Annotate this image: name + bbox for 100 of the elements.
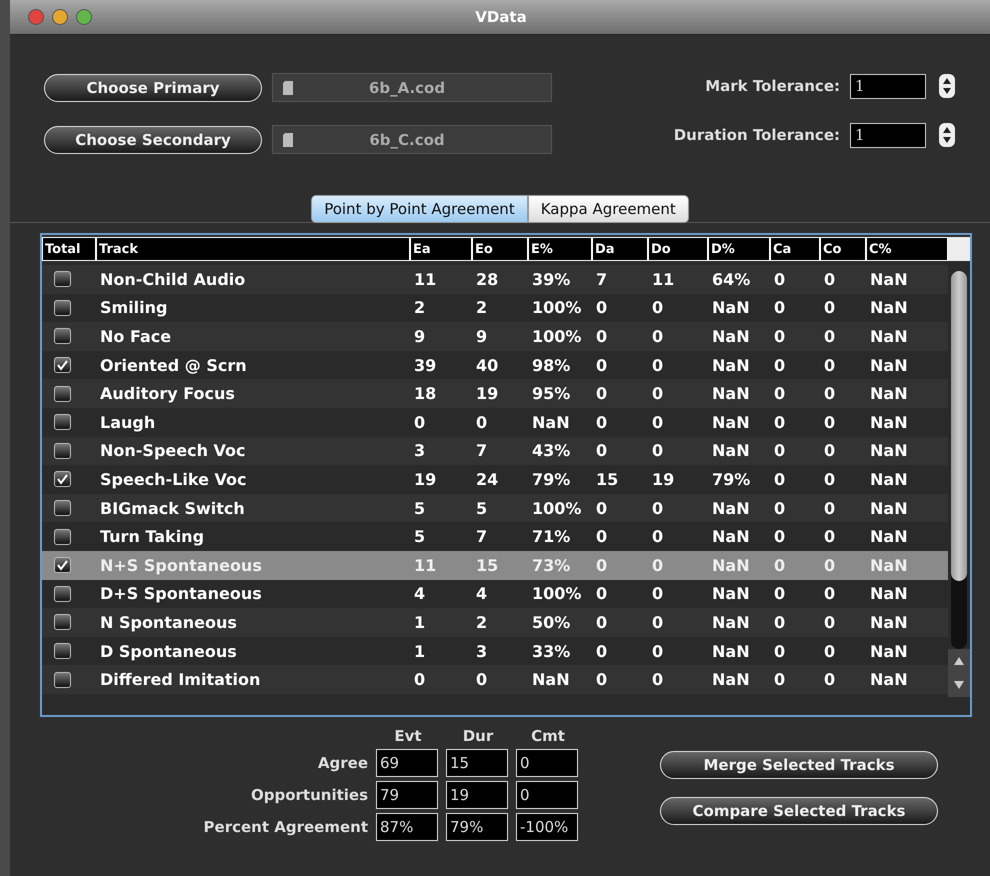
window-control-button[interactable] bbox=[76, 9, 92, 25]
table-cell-text: 18 bbox=[413, 384, 438, 404]
table-cell-text: 0 bbox=[773, 441, 786, 460]
tolerance-field[interactable]: 1 bbox=[850, 74, 926, 98]
checkbox[interactable] bbox=[54, 357, 71, 374]
table-cell-text: 0 bbox=[595, 556, 608, 575]
checkbox[interactable] bbox=[54, 500, 71, 516]
column-header[interactable]: Ea bbox=[410, 237, 472, 261]
checkbox[interactable] bbox=[54, 557, 71, 574]
column-header[interactable]: E% bbox=[528, 237, 592, 261]
table-cell-text: 64% bbox=[711, 270, 752, 289]
table-cell-text: N+S Spontaneous bbox=[99, 556, 263, 575]
table-row[interactable]: N Spontaneous 1 2 50% 0 0 NaN 0 0 NaN bbox=[42, 608, 948, 637]
scrollbar[interactable] bbox=[951, 271, 967, 649]
table-cell-text: NaN bbox=[869, 412, 909, 432]
column-header[interactable]: Da bbox=[592, 237, 648, 261]
table-cell-text: 0 bbox=[773, 412, 786, 432]
table-cell-text: 0 bbox=[651, 441, 664, 460]
document-icon bbox=[283, 132, 293, 146]
table-cell-text: Differed Imitation bbox=[99, 670, 262, 690]
checkbox[interactable] bbox=[54, 614, 71, 630]
tab[interactable]: Point by Point Agreement bbox=[311, 195, 528, 223]
table-cell-text: 0 bbox=[823, 612, 836, 632]
track-action-button[interactable]: Merge Selected Tracks bbox=[660, 751, 938, 779]
table-cell-text: NaN bbox=[869, 470, 909, 489]
table-cell-text: Laugh bbox=[99, 412, 156, 432]
table-cell-text: 0 bbox=[595, 326, 608, 346]
table-cell-text: 3 bbox=[475, 642, 488, 661]
stepper-icon[interactable] bbox=[938, 122, 956, 148]
scroll-down-icon[interactable] bbox=[948, 673, 970, 697]
table-cell-text: 19 bbox=[651, 470, 676, 489]
table-cell-text: 39 bbox=[413, 356, 438, 375]
table-cell-text: 0 bbox=[823, 298, 836, 318]
column-header[interactable]: Do bbox=[648, 237, 708, 261]
table-row[interactable]: BIGmack Switch 5 5 100% 0 0 NaN 0 0 NaN bbox=[42, 494, 948, 522]
checkbox[interactable] bbox=[54, 328, 71, 344]
table-cell-text: 100% bbox=[531, 498, 582, 518]
checkbox[interactable] bbox=[54, 586, 71, 602]
choose-file-button[interactable]: Choose Secondary bbox=[44, 126, 262, 154]
table-cell-text: 24 bbox=[475, 470, 500, 489]
tolerance-field[interactable]: 1 bbox=[850, 122, 926, 148]
scroll-up-icon[interactable] bbox=[948, 649, 970, 673]
file-path-field: 6b_C.cod bbox=[272, 125, 552, 154]
checkbox[interactable] bbox=[54, 672, 71, 688]
table-cell-text: 0 bbox=[651, 498, 664, 518]
column-header[interactable]: Track bbox=[96, 237, 410, 261]
table-cell-text: NaN bbox=[869, 384, 909, 404]
table-cell-text: 2 bbox=[413, 298, 426, 318]
table-cell-text: 2 bbox=[475, 612, 488, 632]
choose-file-button[interactable]: Choose Primary bbox=[44, 74, 262, 102]
table-cell-text: D Spontaneous bbox=[99, 642, 238, 661]
summary-value-field: 0 bbox=[516, 749, 578, 777]
table-row[interactable]: Differed Imitation 0 0 NaN 0 0 NaN 0 0 NaN bbox=[42, 665, 948, 694]
table-cell-text: 100% bbox=[531, 584, 582, 604]
window-control-button[interactable] bbox=[28, 9, 44, 25]
table-cell-text: 0 bbox=[823, 642, 836, 661]
column-header[interactable]: Total bbox=[42, 237, 96, 261]
track-action-button[interactable]: Compare Selected Tracks bbox=[660, 797, 938, 825]
table-cell-text: 0 bbox=[823, 584, 836, 604]
column-header[interactable]: Ca bbox=[770, 237, 820, 261]
checkbox[interactable] bbox=[54, 471, 71, 488]
table-cell-text: 0 bbox=[595, 670, 608, 690]
table-row[interactable]: Auditory Focus 18 19 95% 0 0 NaN 0 0 NaN bbox=[42, 379, 948, 408]
table-cell-text: 0 bbox=[773, 556, 786, 575]
checkbox[interactable] bbox=[54, 271, 71, 288]
checkbox[interactable] bbox=[54, 528, 71, 545]
table-cell-text: 0 bbox=[595, 527, 608, 546]
checkbox[interactable] bbox=[54, 442, 71, 459]
table-cell-text: 0 bbox=[773, 584, 786, 604]
checkbox[interactable] bbox=[54, 643, 71, 660]
document-icon bbox=[283, 80, 293, 94]
table-cell-text: 0 bbox=[773, 326, 786, 346]
table-cell-text: 7 bbox=[475, 527, 488, 546]
table-cell-text: 0 bbox=[651, 527, 664, 546]
table-cell-text: 0 bbox=[823, 384, 836, 404]
stepper-icon[interactable] bbox=[938, 73, 956, 99]
column-header[interactable]: C% bbox=[866, 237, 948, 261]
table-row[interactable]: D Spontaneous 1 3 33% 0 0 NaN 0 0 NaN bbox=[42, 636, 948, 666]
summary-value-field: 69 bbox=[376, 749, 438, 777]
column-header[interactable]: Eo bbox=[472, 237, 528, 261]
table-cell-text: 73% bbox=[531, 556, 572, 575]
table-cell-text: Non-Speech Voc bbox=[99, 441, 247, 460]
checkbox[interactable] bbox=[54, 386, 71, 402]
table-cell-text: D+S Spontaneous bbox=[99, 584, 263, 604]
column-header[interactable]: Co bbox=[820, 237, 866, 261]
column-header[interactable]: D% bbox=[708, 237, 770, 261]
table-row[interactable]: Non-Child Audio 11 28 39% 7 11 64% 0 0 NaN bbox=[42, 265, 948, 294]
table-cell-text: 2 bbox=[475, 298, 488, 318]
table-cell-text: 100% bbox=[531, 298, 582, 318]
table-row[interactable]: Non-Speech Voc 3 7 43% 0 0 NaN 0 0 NaN bbox=[42, 436, 948, 466]
tab[interactable]: Kappa Agreement bbox=[528, 195, 689, 223]
table-cell-text: 0 bbox=[651, 584, 664, 604]
checkbox[interactable] bbox=[54, 300, 71, 316]
table-cell-text: 0 bbox=[773, 612, 786, 632]
table-cell-text: NaN bbox=[869, 441, 909, 460]
table-cell-text: 0 bbox=[823, 270, 836, 289]
checkbox[interactable] bbox=[54, 414, 71, 430]
window-control-button[interactable] bbox=[52, 9, 68, 25]
table-row[interactable]: No Face 9 9 100% 0 0 NaN 0 0 NaN bbox=[42, 322, 948, 351]
table-cell-text: 4 bbox=[475, 584, 488, 604]
